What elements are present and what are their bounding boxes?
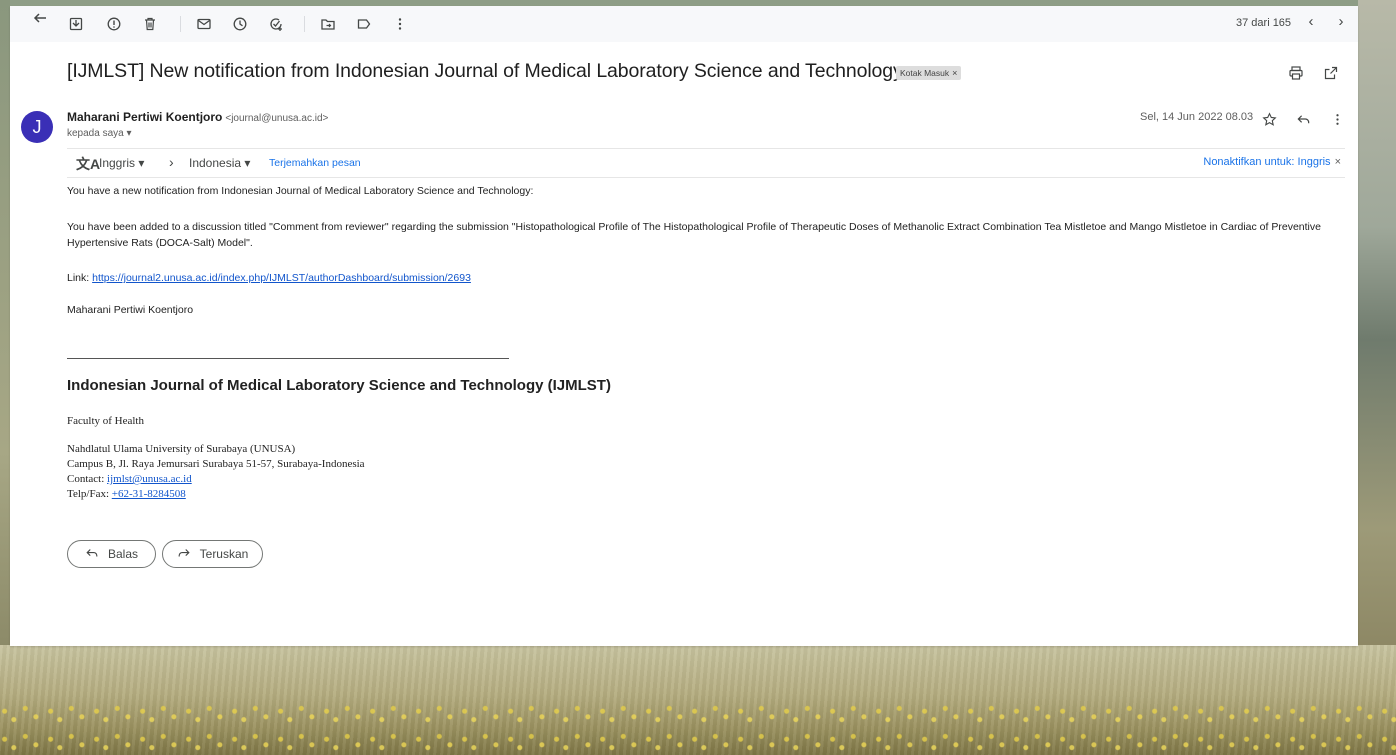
snooze-icon[interactable] [228, 12, 252, 36]
sender-email: <journal@unusa.ac.id> [225, 113, 329, 124]
body-discussion: You have been added to a discussion titl… [67, 221, 1321, 249]
reply-button-icon [85, 546, 99, 563]
contact-label: Contact: [67, 473, 105, 485]
university: Nahdlatul Ulama University of Surabaya (… [67, 443, 296, 455]
background-flowers [0, 700, 1396, 755]
sender-block: Maharani Pertiwi Koentjoro <journal@unusa… [67, 110, 328, 124]
mark-unread-icon[interactable] [192, 12, 216, 36]
back-arrow-icon[interactable] [28, 6, 52, 30]
reply-button[interactable]: Balas [67, 540, 156, 568]
reply-icon[interactable] [1292, 108, 1314, 130]
toolbar-divider [304, 16, 305, 32]
phone-line: Telp/Fax: +62-31-8284508 [67, 487, 186, 502]
toolbar-divider [180, 16, 181, 32]
label-icon[interactable] [352, 12, 376, 36]
contact-email-link[interactable]: ijmlst@unusa.ac.id [107, 473, 192, 485]
faculty: Faculty of Health [67, 415, 144, 427]
submission-link[interactable]: https://journal2.unusa.ac.id/index.php/I… [92, 272, 471, 284]
contact-line: Contact: ijmlst@unusa.ac.id [67, 472, 192, 487]
address: Campus B, Jl. Raya Jemursari Surabaya 51… [67, 458, 365, 470]
more-vert-icon[interactable] [388, 12, 412, 36]
more-options-icon[interactable] [1326, 108, 1348, 130]
translate-bar: 文A Inggris ▾ › Indonesia ▾ Terjemahkan p… [67, 148, 1345, 178]
remove-label-icon[interactable]: × [952, 68, 957, 78]
forward-icon [177, 546, 191, 563]
translate-message-link[interactable]: Terjemahkan pesan [269, 157, 361, 169]
message-counter: 37 dari 165 [1236, 17, 1292, 29]
avatar[interactable]: J [21, 111, 53, 143]
prev-message-button[interactable]: ‹ [1300, 13, 1322, 30]
inbox-label-text: Kotak Masuk [900, 68, 950, 78]
archive-icon[interactable] [64, 12, 88, 36]
toolbar: 37 dari 165 ‹ › [10, 6, 1358, 42]
target-language-select[interactable]: Indonesia ▾ [189, 156, 250, 170]
chevron-right-icon: › [169, 154, 174, 170]
email-date: Sel, 14 Jun 2022 08.03 [1140, 111, 1254, 123]
signature-divider [67, 358, 509, 359]
add-to-tasks-icon[interactable] [264, 12, 288, 36]
link-label: Link: [67, 272, 90, 284]
reply-button-label: Balas [107, 547, 139, 561]
journal-title: Indonesian Journal of Medical Laboratory… [67, 377, 611, 394]
sender-name[interactable]: Maharani Pertiwi Koentjoro [67, 110, 222, 124]
close-icon[interactable]: × [1335, 156, 1341, 168]
print-icon[interactable] [1285, 62, 1307, 84]
body-signature: Maharani Pertiwi Koentjoro [67, 304, 194, 316]
inbox-label-chip[interactable]: Kotak Masuk × [896, 66, 962, 80]
disable-translation-link[interactable]: Nonaktifkan untuk: Inggris × [1203, 156, 1341, 168]
next-message-button[interactable]: › [1330, 13, 1352, 30]
disable-translation-label: Nonaktifkan untuk: Inggris [1203, 156, 1331, 168]
open-in-new-window-icon[interactable] [1320, 62, 1342, 84]
background-left [0, 0, 10, 755]
body-link-line: Link: https://journal2.unusa.ac.id/index… [67, 270, 471, 286]
report-spam-icon[interactable] [102, 12, 126, 36]
forward-button[interactable]: Teruskan [162, 540, 263, 568]
delete-icon[interactable] [138, 12, 162, 36]
email-view: 37 dari 165 ‹ › [IJMLST] New notificatio… [10, 6, 1358, 646]
move-to-icon[interactable] [316, 12, 340, 36]
source-language-select[interactable]: Inggris ▾ [99, 156, 144, 170]
background-right [1358, 0, 1396, 755]
email-subject: [IJMLST] New notification from Indonesia… [67, 60, 903, 82]
recipient-details-toggle[interactable]: kepada saya ▾ [67, 128, 132, 139]
phone-label: Telp/Fax: [67, 488, 110, 500]
translate-icon: 文A [76, 156, 101, 172]
body-intro: You have a new notification from Indones… [67, 185, 534, 197]
phone-link[interactable]: +62-31-8284508 [112, 488, 186, 500]
star-icon[interactable] [1258, 108, 1280, 130]
forward-button-label: Teruskan [199, 547, 249, 561]
